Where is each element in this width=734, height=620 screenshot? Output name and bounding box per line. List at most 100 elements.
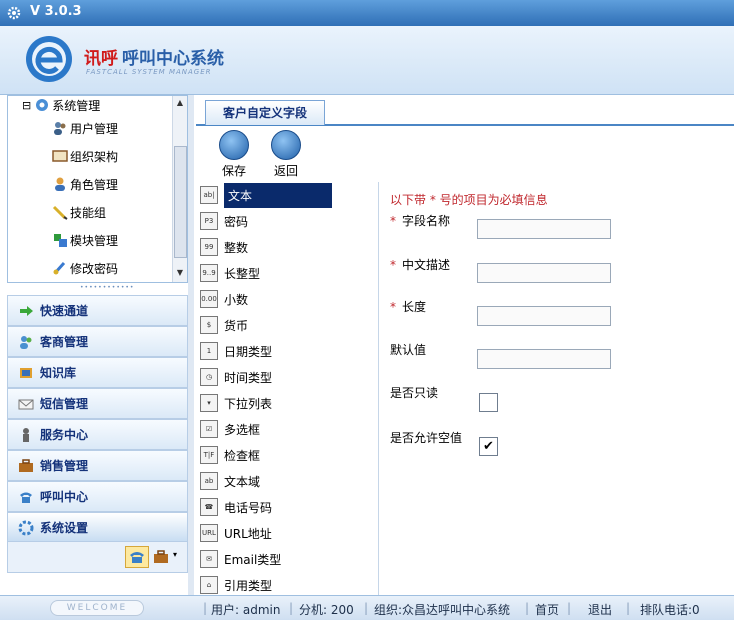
field-type-multiselect[interactable]: ☑ 多选框 [196, 416, 378, 442]
field-type-label: 检查框 [224, 448, 261, 463]
status-organization: 组织:众昌达呼叫中心系统 [374, 603, 511, 617]
readonly-label: 是否只读 [390, 386, 439, 400]
tab-custom-fields[interactable]: 客户自定义字段 [205, 100, 325, 125]
arrow-right-icon [20, 305, 33, 316]
field-type-label: 电话号码 [224, 500, 273, 515]
field-type-integer[interactable]: 99 整数 [196, 234, 378, 260]
module-icon [54, 234, 67, 247]
logout-link[interactable]: 退出 [588, 601, 612, 618]
scroll-down-icon[interactable]: ▼ [175, 268, 185, 278]
status-separator: | [364, 601, 369, 615]
length-input[interactable] [477, 306, 611, 326]
panel-splitter-handle[interactable]: •••••••••••• [80, 284, 133, 291]
more-chevron-icon[interactable]: ▾ [173, 550, 177, 559]
field-name-label: * 字段名称 [390, 212, 450, 229]
back-icon [271, 130, 301, 160]
tree-item-label: 用户管理 [70, 121, 119, 136]
field-name-input[interactable] [477, 219, 611, 239]
field-type-date[interactable]: 1 日期类型 [196, 338, 378, 364]
tree-item-label: 角色管理 [70, 177, 119, 192]
integer-icon: 99 [200, 238, 218, 256]
scroll-thumb[interactable] [174, 146, 187, 258]
briefcase-icon [19, 458, 33, 472]
tree-item-users[interactable]: 用户管理 [52, 116, 118, 140]
home-link[interactable]: 首页 [535, 601, 559, 618]
length-label: * 长度 [390, 298, 426, 315]
allow-null-checkbox[interactable]: ✔ [479, 437, 498, 456]
customer-icon [20, 335, 32, 349]
field-type-phone[interactable]: ☎ 电话号码 [196, 494, 378, 520]
logo-subtitle: FASTCALL SYSTEM MANAGER [86, 68, 212, 76]
tree-root-label: 系统管理 [52, 98, 101, 113]
accordion-quick-access[interactable]: 快速通道 [7, 295, 188, 326]
text-field-icon: ab| [200, 186, 218, 204]
app-header: 讯呼 呼叫中心系统 FASTCALL SYSTEM MANAGER [0, 26, 734, 95]
book-icon [20, 367, 32, 378]
tree-item-password[interactable]: 修改密码 [52, 256, 118, 280]
accordion-sms[interactable]: 短信管理 [7, 388, 188, 419]
accordion-sales[interactable]: 销售管理 [7, 450, 188, 481]
field-type-dropdown[interactable]: ▾ 下拉列表 [196, 390, 378, 416]
role-icon [55, 177, 65, 191]
field-type-label: 引用类型 [224, 578, 273, 593]
scroll-up-icon[interactable]: ▲ [175, 98, 185, 108]
callcenter-shortcut-icon[interactable] [125, 546, 149, 568]
collapse-icon[interactable]: ⊟ [22, 99, 31, 112]
save-button[interactable]: 保存 [214, 130, 254, 179]
accordion-label: 服务中心 [40, 428, 89, 442]
accordion-label: 销售管理 [40, 459, 89, 473]
back-button[interactable]: 返回 [266, 130, 306, 179]
cn-desc-input[interactable] [477, 263, 611, 283]
back-button-label: 返回 [273, 164, 298, 178]
accordion-service[interactable]: 服务中心 [7, 419, 188, 450]
field-type-checkbox[interactable]: T|F 检查框 [196, 442, 378, 468]
accordion-customer[interactable]: 客商管理 [7, 326, 188, 357]
field-type-label: 文本 [224, 182, 332, 208]
field-type-text[interactable]: ab| 文本 [196, 182, 378, 208]
status-separator: | [525, 601, 530, 615]
service-icon [23, 427, 29, 442]
tree-item-org[interactable]: 组织架构 [52, 144, 118, 168]
field-type-label: Email类型 [224, 552, 282, 567]
clock-icon: ◷ [200, 368, 218, 386]
field-type-url[interactable]: URL URL地址 [196, 520, 378, 546]
tree-item-roles[interactable]: 角色管理 [52, 172, 118, 196]
status-separator: | [203, 601, 208, 615]
field-type-password[interactable]: P3 密码 [196, 208, 378, 234]
accordion-settings[interactable]: 系统设置 [7, 512, 188, 543]
vertical-splitter[interactable] [188, 95, 194, 595]
logo-brand: 讯呼 [84, 49, 118, 69]
tree-item-modules[interactable]: 模块管理 [52, 228, 118, 252]
field-type-textarea[interactable]: ab 文本域 [196, 468, 378, 494]
field-type-decimal[interactable]: 0.00 小数 [196, 286, 378, 312]
field-type-label: 多选框 [224, 422, 261, 437]
field-type-label: 整数 [224, 240, 249, 255]
pencil-icon [52, 205, 68, 220]
accordion-callcenter[interactable]: 呼叫中心 [7, 481, 188, 512]
accordion-label: 呼叫中心 [40, 490, 89, 504]
required-note: 以下带 * 号的项目为必填信息 [390, 193, 548, 207]
tree-root[interactable]: ⊟ 系统管理 [22, 96, 101, 117]
allow-null-label: 是否允许空值 [390, 431, 463, 445]
field-type-currency[interactable]: $ 货币 [196, 312, 378, 338]
multiselect-icon: ☑ [200, 420, 218, 438]
field-type-time[interactable]: ◷ 时间类型 [196, 364, 378, 390]
cn-desc-text: 中文描述 [402, 258, 451, 272]
default-value-input[interactable] [477, 349, 611, 369]
accordion-label: 快速通道 [40, 304, 89, 318]
field-type-label: URL地址 [224, 526, 272, 541]
readonly-checkbox[interactable] [479, 393, 498, 412]
tree-item-skills[interactable]: 技能组 [52, 200, 106, 224]
dropdown-icon: ▾ [200, 394, 218, 412]
accordion-knowledge[interactable]: 知识库 [7, 357, 188, 388]
tree-scrollbar[interactable]: ▲ ▼ [172, 96, 187, 282]
field-type-long[interactable]: 9..9 长整型 [196, 260, 378, 286]
field-type-label: 密码 [224, 214, 249, 229]
tree-item-label: 修改密码 [70, 261, 119, 276]
field-type-email[interactable]: ✉ Email类型 [196, 546, 378, 572]
field-type-label: 文本域 [224, 474, 261, 489]
required-star: * [390, 214, 396, 228]
url-icon: URL [200, 524, 218, 542]
email-icon: ✉ [200, 550, 218, 568]
sales-shortcut-icon[interactable] [153, 549, 169, 565]
